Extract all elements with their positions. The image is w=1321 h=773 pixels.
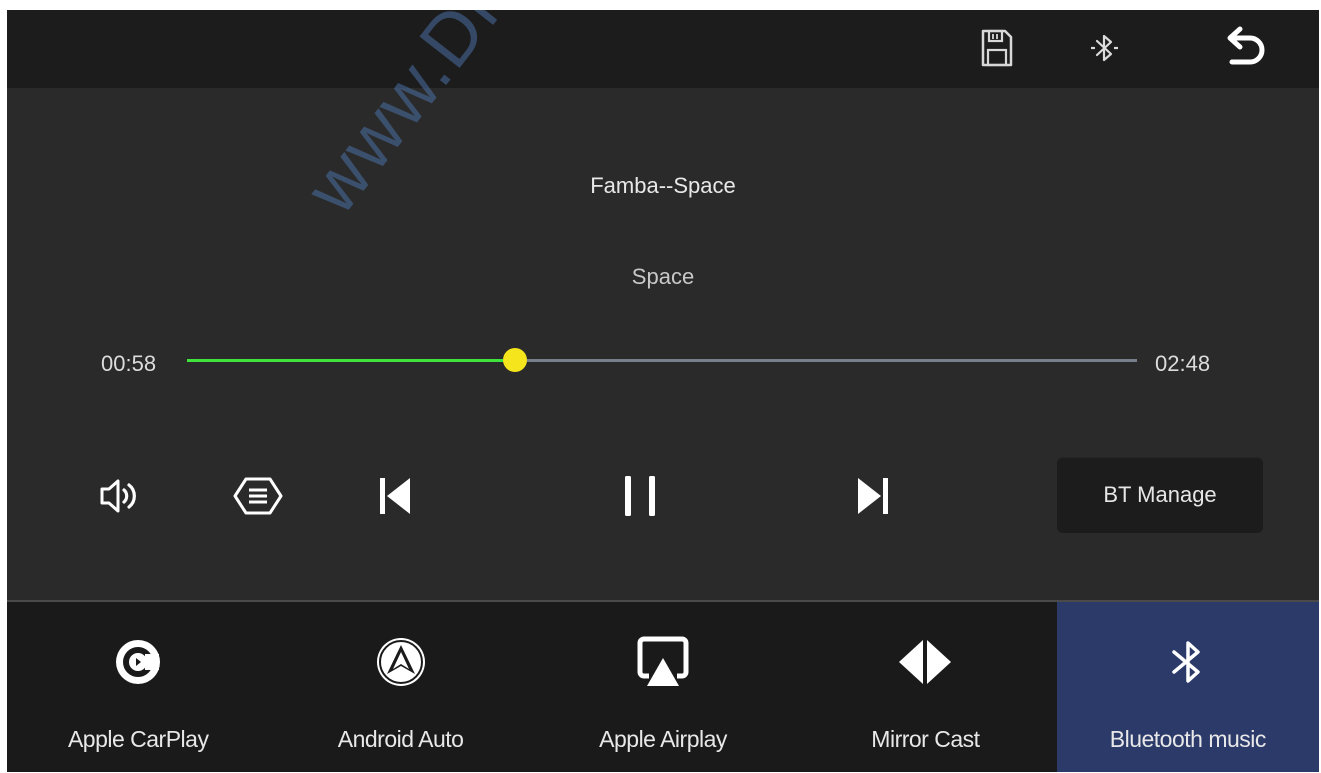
- song-title: Famba--Space: [590, 173, 736, 198]
- equalizer-button[interactable]: [226, 470, 290, 522]
- progress-bar[interactable]: [187, 348, 1137, 372]
- nav-label: Apple CarPlay: [67, 726, 209, 752]
- equalizer-icon: [233, 477, 283, 515]
- progress-fill: [187, 359, 515, 362]
- airplay-icon: [637, 636, 689, 686]
- bottom-nav: Apple CarPlay Android Auto Apple Airplay…: [7, 602, 1319, 772]
- save-icon: [981, 29, 1013, 67]
- next-track-button[interactable]: [842, 470, 906, 522]
- nav-label: Bluetooth music: [1109, 726, 1267, 752]
- bluetooth-status[interactable]: [1081, 24, 1129, 72]
- nav-item-mirror-cast[interactable]: Mirror Cast: [794, 602, 1056, 772]
- back-arrow-icon: [1227, 26, 1265, 65]
- nav-label: Android Auto: [337, 726, 464, 752]
- next-track-icon: [858, 478, 888, 514]
- volume-button[interactable]: [89, 470, 153, 522]
- nav-label: Apple Airplay: [599, 726, 727, 752]
- back-button[interactable]: [1221, 24, 1269, 72]
- previous-track-icon: [380, 478, 410, 514]
- save-button[interactable]: [973, 24, 1021, 72]
- album-name: Space: [631, 264, 695, 289]
- nav-item-android-auto[interactable]: Android Auto: [269, 602, 531, 772]
- bluetooth-icon: [1091, 34, 1118, 62]
- total-time: 02:48: [1155, 351, 1211, 376]
- nav-item-bluetooth-music[interactable]: Bluetooth music: [1056, 602, 1319, 772]
- mirror-cast-icon: [899, 640, 952, 684]
- pause-button[interactable]: [608, 470, 672, 522]
- bluetooth-icon: [1172, 641, 1200, 683]
- nav-label: Mirror Cast: [871, 726, 980, 752]
- nav-item-apple-airplay[interactable]: Apple Airplay: [532, 602, 794, 772]
- nav-item-apple-carplay[interactable]: Apple CarPlay: [7, 602, 269, 772]
- bluetooth-music-screen: www.Drivetc Famba--Space Space 00:58 02:…: [7, 10, 1319, 772]
- elapsed-time: 00:58: [101, 351, 157, 376]
- volume-icon: [100, 479, 136, 513]
- carplay-icon: [116, 640, 161, 684]
- android-auto-icon: [376, 638, 425, 686]
- bt-manage-button[interactable]: BT Manage: [1057, 457, 1263, 533]
- top-bar: [7, 10, 1319, 88]
- pause-icon: [625, 476, 655, 516]
- progress-thumb[interactable]: [502, 348, 527, 372]
- previous-track-button[interactable]: [362, 470, 426, 522]
